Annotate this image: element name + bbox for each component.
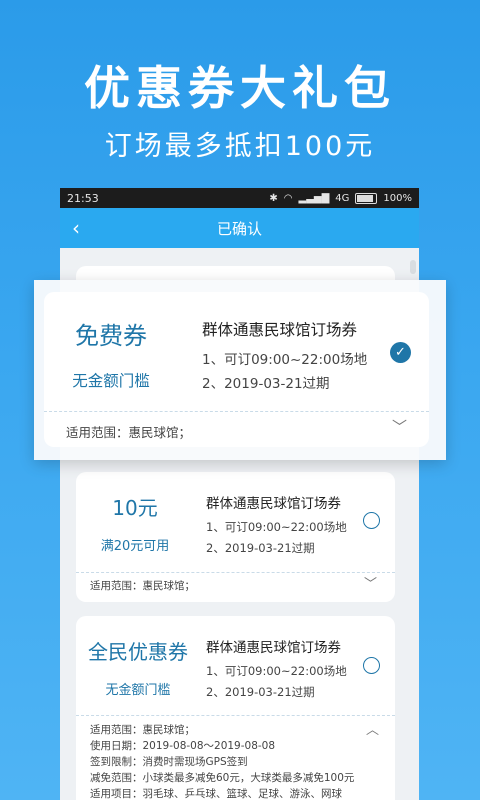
coupon-expiry: 2、2019-03-21过期: [202, 376, 330, 392]
back-arrow-icon[interactable]: ‹: [72, 216, 80, 240]
coupon-name: 10元: [112, 496, 158, 520]
divider: [76, 572, 395, 573]
coupon-name: 全民优惠券: [88, 640, 188, 664]
chevron-down-icon[interactable]: ﹀: [392, 416, 407, 437]
coupon-value-block: 全民优惠券 无金额门槛: [76, 636, 200, 698]
detail-checkin: 签到限制：消费时需现场GPS签到: [90, 756, 248, 768]
coupon-details: 适用范围：惠民球馆； 使用日期：2019-08-08～2019-08-08 签到…: [90, 722, 354, 800]
coupon-hours: 1、可订09:00~22:00场地: [202, 352, 368, 368]
detail-sports: 适用项目：羽毛球、乒乓球、篮球、足球、游泳、网球: [90, 788, 342, 800]
battery-icon: [355, 192, 378, 204]
nav-title: 已确认: [216, 219, 262, 238]
detail-discount: 减免范围：小球类最多减免60元，大球类最多减免100元: [90, 772, 355, 784]
coupon-card[interactable]: 全民优惠券 无金额门槛 群体通惠民球馆订场券 1、可订09:00~22:00场地…: [76, 616, 395, 800]
status-time: 21:53: [67, 191, 99, 205]
coupon-title: 群体通惠民球馆订场券: [206, 496, 341, 512]
radio-empty-icon[interactable]: [363, 512, 380, 529]
divider: [44, 411, 429, 412]
coupon-value-block: 10元 满20元可用: [76, 492, 194, 554]
nav-bar: ‹ 已确认: [60, 208, 419, 248]
coupon-scope: 适用范围：惠民球馆；: [66, 425, 192, 440]
coupon-condition: 无金额门槛: [105, 683, 171, 698]
featured-card-panel: 免费券 无金额门槛 群体通惠民球馆订场券 1、可订09:00~22:00场地 2…: [34, 280, 446, 460]
bluetooth-icon: ✱: [269, 192, 278, 204]
chevron-down-icon[interactable]: ﹀: [364, 573, 377, 592]
radio-empty-icon[interactable]: [363, 657, 380, 674]
status-bar: 21:53 ✱ ◠ ▂▃▅▇ 4G 100%: [60, 188, 419, 208]
divider: [76, 715, 395, 716]
wifi-icon: ◠: [283, 192, 293, 204]
hero-title: 优惠券大礼包: [84, 61, 396, 115]
coupon-card-selected[interactable]: 免费券 无金额门槛 群体通惠民球馆订场券 1、可订09:00~22:00场地 2…: [44, 292, 429, 447]
detail-scope: 适用范围：惠民球馆；: [90, 724, 195, 736]
coupon-hours: 1、可订09:00~22:00场地: [206, 664, 347, 678]
coupon-title: 群体通惠民球馆订场券: [206, 640, 341, 656]
coupon-expiry: 2、2019-03-21过期: [206, 541, 315, 555]
scrollbar[interactable]: [410, 260, 416, 274]
signal-icon: ▂▃▅▇: [298, 192, 330, 204]
chevron-up-icon[interactable]: ︿: [366, 719, 379, 738]
coupon-condition: 满20元可用: [100, 539, 170, 554]
coupon-name: 免费券: [75, 322, 147, 350]
coupon-hours: 1、可订09:00~22:00场地: [206, 520, 347, 534]
coupon-scope: 适用范围：惠民球馆；: [90, 580, 195, 592]
hero-subtitle: 订场最多抵扣100元: [104, 131, 376, 162]
status-icons: ✱ ◠ ▂▃▅▇ 4G 100%: [269, 192, 412, 204]
coupon-condition: 无金额门槛: [72, 372, 150, 390]
coupon-expiry: 2、2019-03-21过期: [206, 685, 315, 699]
battery-level: 100%: [383, 192, 412, 204]
check-circle-icon[interactable]: ✓: [390, 342, 411, 363]
network-type: 4G: [335, 192, 350, 204]
coupon-card[interactable]: 10元 满20元可用 群体通惠民球馆订场券 1、可订09:00~22:00场地 …: [76, 472, 395, 602]
coupon-value-block: 免费券 无金额门槛: [44, 316, 178, 391]
coupon-title: 群体通惠民球馆订场券: [202, 321, 358, 339]
detail-date: 使用日期：2019-08-08～2019-08-08: [90, 740, 276, 752]
